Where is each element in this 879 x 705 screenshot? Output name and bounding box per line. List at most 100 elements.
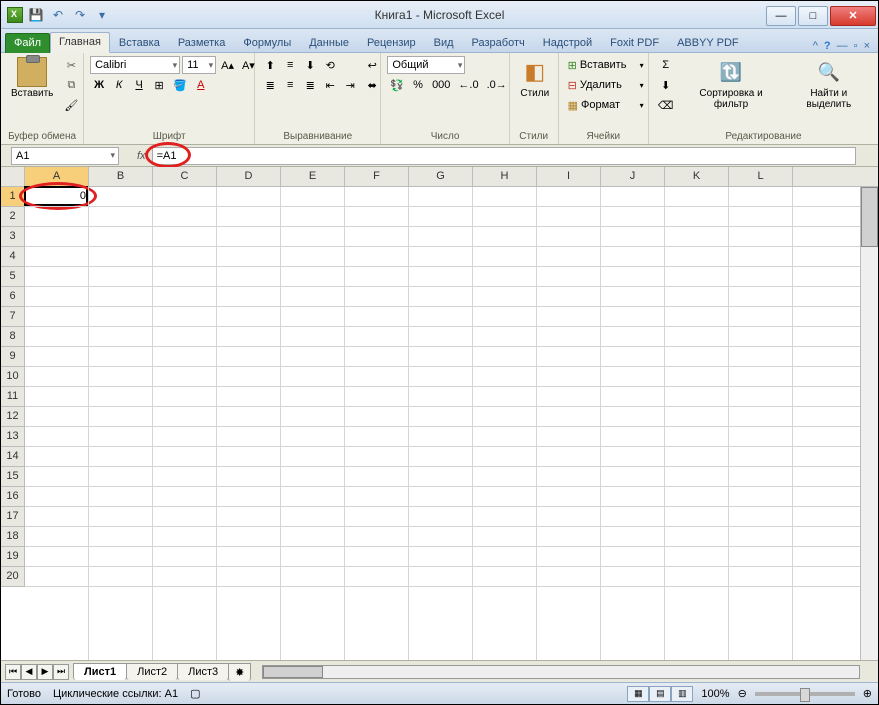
row-header-17[interactable]: 17 <box>1 507 24 527</box>
border-button[interactable]: ⊞ <box>150 76 168 94</box>
tab-layout[interactable]: Разметка <box>169 33 235 53</box>
maximize-button[interactable]: □ <box>798 6 828 26</box>
decrease-decimal-button[interactable]: .0→ <box>484 76 510 94</box>
format-cells-button[interactable]: ▦Формат▾ <box>565 96 647 114</box>
row-header-13[interactable]: 13 <box>1 427 24 447</box>
sheet-prev-button[interactable]: ◀ <box>21 664 37 680</box>
row-header-9[interactable]: 9 <box>1 347 24 367</box>
align-left-button[interactable]: ≣ <box>261 76 279 94</box>
row-header-12[interactable]: 12 <box>1 407 24 427</box>
workbook-minimize-icon[interactable]: — <box>837 40 848 52</box>
find-select-button[interactable]: 🔍 Найти и выделить <box>786 56 872 112</box>
tab-foxit[interactable]: Foxit PDF <box>601 33 668 53</box>
font-size-combo[interactable]: 11 <box>182 56 216 74</box>
vscroll-thumb[interactable] <box>861 187 878 247</box>
row-header-8[interactable]: 8 <box>1 327 24 347</box>
zoom-slider[interactable] <box>755 692 855 696</box>
align-middle-button[interactable]: ≡ <box>281 56 299 74</box>
undo-button[interactable]: ↶ <box>49 6 67 24</box>
sheet-tab-2[interactable]: Лист2 <box>126 663 178 680</box>
italic-button[interactable]: К <box>110 76 128 94</box>
sheet-tab-3[interactable]: Лист3 <box>177 663 229 680</box>
column-header-H[interactable]: H <box>473 167 537 186</box>
row-header-5[interactable]: 5 <box>1 267 24 287</box>
cells-area[interactable]: 0 <box>25 187 878 660</box>
wrap-text-button[interactable]: ↩ <box>363 56 381 74</box>
zoom-level[interactable]: 100% <box>701 688 729 700</box>
copy-button[interactable] <box>61 76 81 94</box>
clear-button[interactable]: ⌫ <box>655 96 677 114</box>
macro-record-icon[interactable]: ▢ <box>190 687 200 700</box>
row-header-18[interactable]: 18 <box>1 527 24 547</box>
tab-developer[interactable]: Разработч <box>463 33 534 53</box>
tab-data[interactable]: Данные <box>300 33 358 53</box>
column-header-K[interactable]: K <box>665 167 729 186</box>
column-header-L[interactable]: L <box>729 167 793 186</box>
percent-button[interactable]: % <box>409 76 427 94</box>
tab-addins[interactable]: Надстрой <box>534 33 601 53</box>
column-header-G[interactable]: G <box>409 167 473 186</box>
row-header-2[interactable]: 2 <box>1 207 24 227</box>
font-name-combo[interactable]: Calibri <box>90 56 180 74</box>
align-center-button[interactable]: ≡ <box>281 76 299 94</box>
column-header-A[interactable]: A <box>25 167 89 186</box>
tab-abbyy[interactable]: ABBYY PDF <box>668 33 748 53</box>
row-header-15[interactable]: 15 <box>1 467 24 487</box>
sheet-next-button[interactable]: ▶ <box>37 664 53 680</box>
fx-icon[interactable]: fx <box>137 150 146 162</box>
align-top-button[interactable]: ⬆ <box>261 56 279 74</box>
fill-color-button[interactable]: 🪣 <box>170 76 190 94</box>
row-header-6[interactable]: 6 <box>1 287 24 307</box>
bold-button[interactable]: Ж <box>90 76 108 94</box>
row-header-19[interactable]: 19 <box>1 547 24 567</box>
column-header-J[interactable]: J <box>601 167 665 186</box>
column-header-B[interactable]: B <box>89 167 153 186</box>
tab-view[interactable]: Вид <box>425 33 463 53</box>
redo-button[interactable]: ↷ <box>71 6 89 24</box>
minimize-button[interactable]: — <box>766 6 796 26</box>
workbook-restore-icon[interactable]: ▫ <box>854 40 858 52</box>
row-header-7[interactable]: 7 <box>1 307 24 327</box>
row-header-4[interactable]: 4 <box>1 247 24 267</box>
help-icon[interactable]: ? <box>824 40 831 52</box>
select-all-corner[interactable] <box>1 167 25 187</box>
hscroll-thumb[interactable] <box>263 666 323 678</box>
align-right-button[interactable]: ≣ <box>301 76 319 94</box>
sheet-first-button[interactable]: ⏮ <box>5 664 21 680</box>
column-header-E[interactable]: E <box>281 167 345 186</box>
column-header-D[interactable]: D <box>217 167 281 186</box>
align-bottom-button[interactable]: ⬇ <box>301 56 319 74</box>
styles-button[interactable]: ◧ Стили <box>516 56 554 101</box>
merge-center-button[interactable]: ⬌ <box>363 76 381 94</box>
page-break-view-button[interactable]: ▥ <box>671 686 693 702</box>
close-button[interactable]: ✕ <box>830 6 876 26</box>
row-header-16[interactable]: 16 <box>1 487 24 507</box>
minimize-ribbon-icon[interactable]: ^ <box>813 40 818 52</box>
vertical-scrollbar[interactable] <box>860 187 878 660</box>
row-header-1[interactable]: 1 <box>1 187 24 207</box>
number-format-combo[interactable]: Общий <box>387 56 465 74</box>
tab-insert[interactable]: Вставка <box>110 33 169 53</box>
accounting-format-button[interactable]: 💱 <box>387 76 407 94</box>
workbook-close-icon[interactable]: × <box>864 40 870 52</box>
tab-formulas[interactable]: Формулы <box>234 33 300 53</box>
increase-indent-button[interactable]: ⇥ <box>341 76 359 94</box>
new-sheet-button[interactable]: ✸ <box>228 663 251 681</box>
horizontal-scrollbar[interactable] <box>262 665 860 679</box>
comma-style-button[interactable]: 000 <box>429 76 453 94</box>
row-header-14[interactable]: 14 <box>1 447 24 467</box>
row-header-11[interactable]: 11 <box>1 387 24 407</box>
autosum-button[interactable]: Σ <box>655 56 677 74</box>
tab-home[interactable]: Главная <box>50 32 110 53</box>
qat-customize-icon[interactable]: ▾ <box>93 6 111 24</box>
grow-font-button[interactable]: A▴ <box>218 56 237 74</box>
page-layout-view-button[interactable]: ▤ <box>649 686 671 702</box>
zoom-out-button[interactable]: ⊖ <box>738 687 747 700</box>
orientation-button[interactable]: ⟲ <box>321 56 339 74</box>
format-painter-button[interactable] <box>61 96 81 114</box>
column-header-I[interactable]: I <box>537 167 601 186</box>
name-box[interactable]: A1 <box>11 147 119 165</box>
tab-file[interactable]: Файл <box>5 33 50 53</box>
font-color-button[interactable]: A <box>192 76 210 94</box>
tab-review[interactable]: Рецензир <box>358 33 425 53</box>
